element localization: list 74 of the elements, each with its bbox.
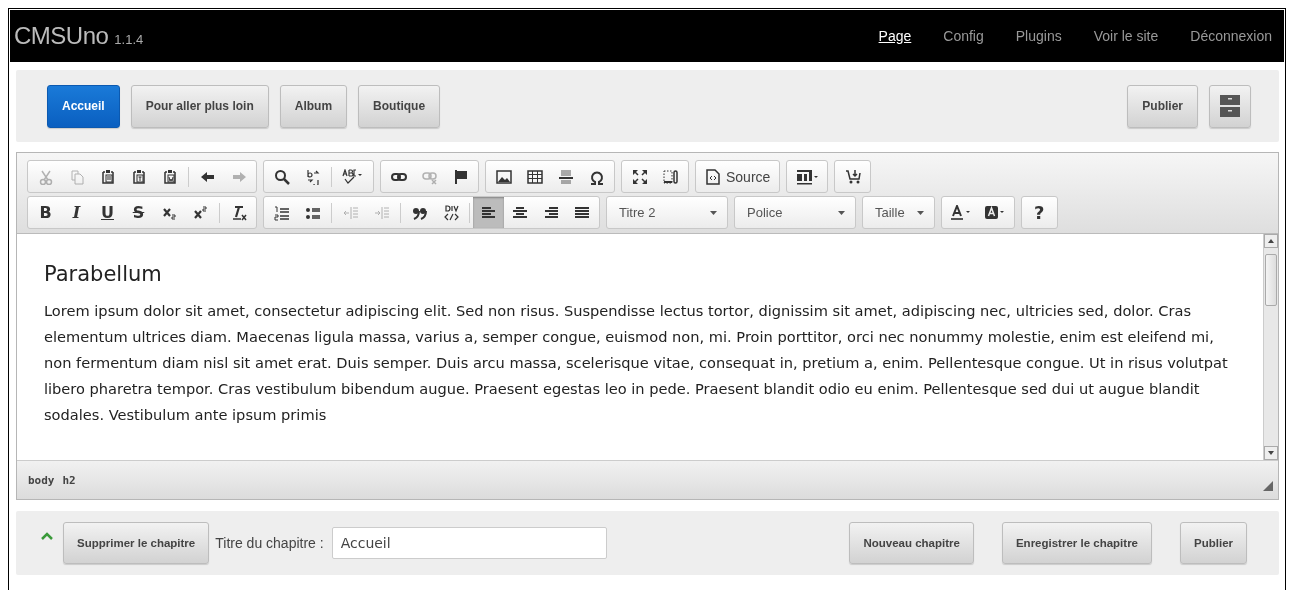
- scroll-thumb[interactable]: [1265, 254, 1277, 306]
- version-label: 1.1.4: [114, 32, 144, 47]
- background-color-icon: [984, 204, 1005, 221]
- resize-grip-icon: [1263, 481, 1273, 491]
- page-tab[interactable]: Album: [279, 84, 348, 128]
- field-label: Titre du chapitre :: [215, 535, 324, 551]
- dropdown[interactable]: Taille: [865, 197, 932, 228]
- scrollbar[interactable]: [1263, 234, 1278, 460]
- dropdown[interactable]: Police: [737, 197, 853, 228]
- format-button[interactable]: I: [61, 197, 92, 228]
- heading: Parabellum: [44, 262, 163, 286]
- caret-icon: [916, 210, 924, 215]
- clear-format-icon: [230, 204, 247, 221]
- align-center-icon: [511, 204, 528, 221]
- publish-button[interactable]: Publier: [1127, 84, 1198, 128]
- dropdown-label: Police: [747, 205, 783, 220]
- format-button[interactable]: S: [123, 197, 154, 228]
- page-tab[interactable]: Pour aller plus loin: [130, 84, 269, 128]
- show-blocks-icon: [662, 168, 679, 185]
- new-chapter-button[interactable]: Nouveau chapitre: [849, 522, 974, 564]
- save-chapter-button[interactable]: Enregistrer le chapitre: [1001, 522, 1152, 564]
- cart-icon: [844, 168, 861, 185]
- flag-icon: [452, 168, 469, 185]
- numbered-list-icon: [273, 204, 290, 221]
- maximize-icon: [631, 168, 648, 185]
- text-color-icon: [950, 204, 971, 221]
- element-path-link[interactable]: h2: [62, 473, 76, 487]
- outdent-icon: [342, 204, 359, 221]
- cabinet-button[interactable]: [1209, 84, 1251, 128]
- delete-chapter-button[interactable]: Supprimer le chapitre: [63, 522, 210, 564]
- image-icon: [495, 168, 512, 185]
- layout-icon: [796, 168, 819, 185]
- clipboard-icon: [130, 168, 147, 185]
- help-button[interactable]: ?: [1023, 197, 1055, 228]
- source-button[interactable]: Source: [698, 161, 778, 192]
- align-right-icon: [542, 204, 559, 221]
- copy-icon: [68, 168, 85, 185]
- scissors-icon: [37, 168, 54, 185]
- source-icon: [705, 168, 721, 185]
- cabinet-icon: [1219, 94, 1241, 118]
- dropdown-label: Taille: [875, 205, 905, 220]
- replace-icon: [304, 168, 321, 185]
- publish-button[interactable]: Publier: [1180, 522, 1247, 564]
- clipboard-icon: [99, 168, 116, 185]
- superscript-icon: [192, 204, 209, 221]
- nav-link[interactable]: Plugins: [1015, 28, 1062, 44]
- caret-icon: [710, 210, 717, 215]
- div-icon: [442, 204, 459, 221]
- spellcheck-icon: [342, 168, 364, 185]
- align-left-icon: [480, 204, 497, 221]
- format-button[interactable]: U: [92, 197, 123, 228]
- caret-icon: [838, 210, 845, 215]
- element-path-link[interactable]: body: [28, 473, 55, 487]
- format-button[interactable]: B: [30, 197, 61, 228]
- page-tab[interactable]: Boutique: [358, 84, 441, 128]
- title-field[interactable]: Accueil: [331, 527, 607, 559]
- horizontal-line-icon: [557, 168, 574, 185]
- nav-link[interactable]: Voir le site: [1093, 28, 1159, 44]
- page-tab[interactable]: Accueil: [47, 84, 120, 128]
- paragraph: Lorem ipsum dolor sit amet, consectetur adipiscing elit. Sed non risus. Suspendisse lectus tortor, dignissim sit amet, adipiscing nec, ultricies sed, dolor. Cras elementum ultrices diam. Maecenas ligula massa, varius a, semper congue, euismod non, mi. Proin porttitor, orci nec nonummy molestie, enim est eleifend mi, non fermentum diam nisl sit amet erat. Duis semper. Duis arcu massa, scelerisque vitae, consequat in, pretium a, enim. Pellentesque congue. Ut in risus volutpat libero pharetra tempor. Cras vestibulum bibendum augue. Praesent egestas leo in pede. Praesent blandit odio eu enim. Pellentesque sed dui ut augue blandit sodales. Vestibulum ante ipsum primis: [44, 301, 1229, 425]
- table-icon: [526, 168, 543, 185]
- app-logo: CMSUno: [14, 22, 109, 50]
- justify-icon: [573, 204, 590, 221]
- indent-icon: [373, 204, 390, 221]
- dropdown[interactable]: Titre 2: [609, 197, 725, 228]
- toolbar-button[interactable]: [473, 197, 504, 228]
- nav-link[interactable]: Déconnexion: [1190, 28, 1272, 44]
- chevron-up-icon: [41, 532, 53, 540]
- nav-link[interactable]: Config: [943, 28, 984, 44]
- button-label: Source: [726, 168, 771, 185]
- dropdown-label: Titre 2: [619, 205, 656, 220]
- nav-link[interactable]: Page: [878, 28, 912, 44]
- clipboard-icon: [161, 168, 178, 185]
- search-icon: [273, 168, 290, 185]
